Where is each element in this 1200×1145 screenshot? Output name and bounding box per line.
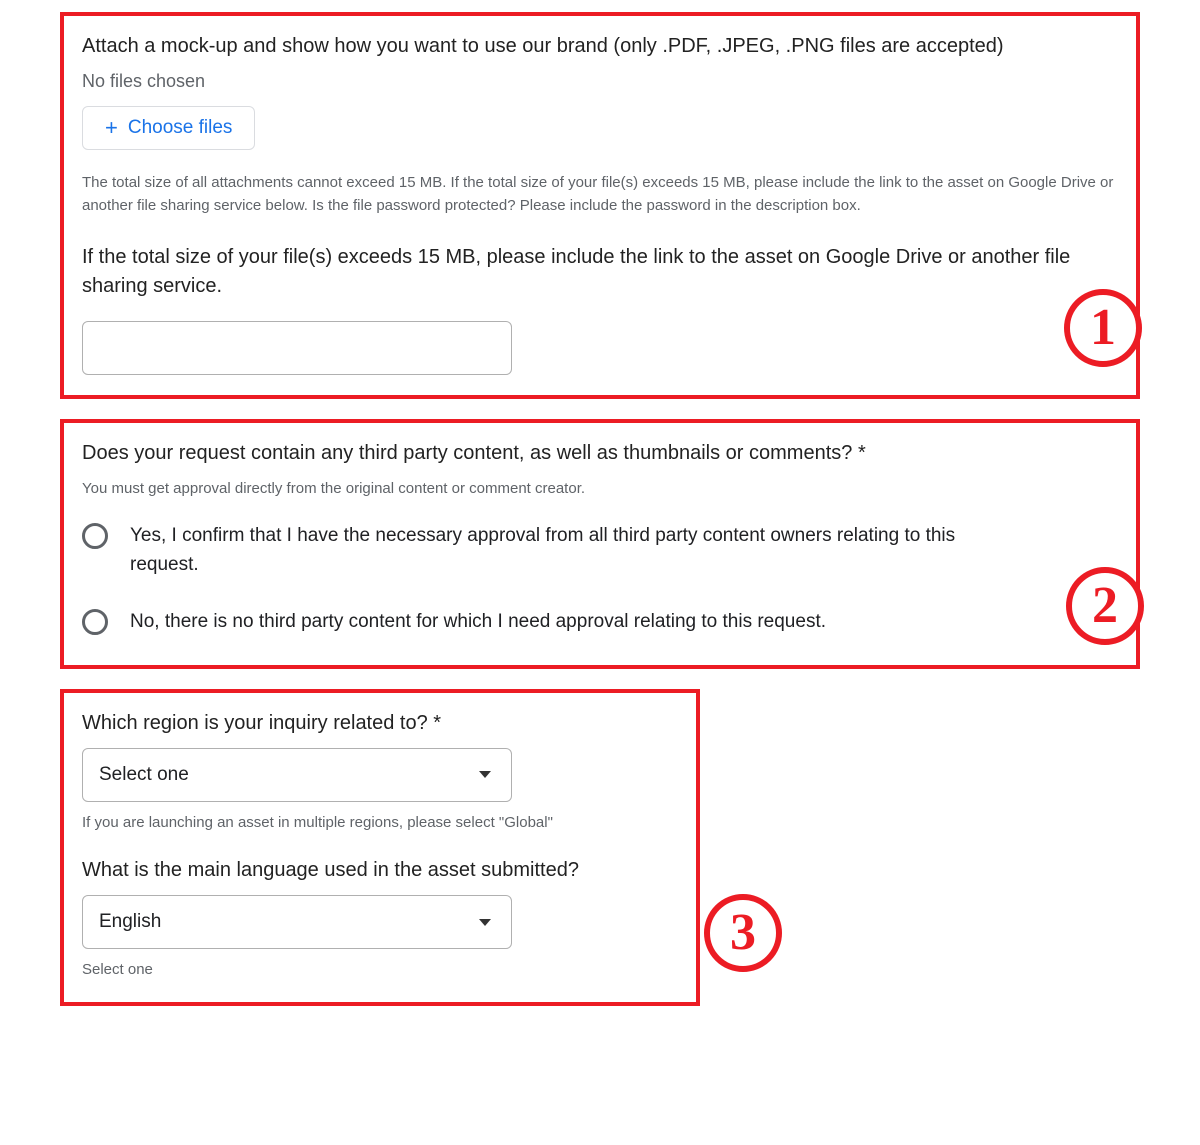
language-select-value: English bbox=[99, 911, 161, 933]
annotation-badge-1: 1 bbox=[1064, 289, 1142, 367]
choose-files-label: Choose files bbox=[128, 117, 233, 139]
plus-icon: + bbox=[105, 117, 118, 139]
region-select-value: Select one bbox=[99, 764, 189, 786]
file-link-title: If the total size of your file(s) exceed… bbox=[82, 243, 1118, 301]
radio-label-yes: Yes, I confirm that I have the necessary… bbox=[130, 521, 970, 580]
language-title: What is the main language used in the as… bbox=[82, 856, 678, 885]
file-link-input[interactable] bbox=[82, 321, 512, 375]
radio-icon bbox=[82, 523, 108, 549]
no-files-chosen-text: No files chosen bbox=[82, 71, 1118, 92]
section-third-party-content: Does your request contain any third part… bbox=[60, 419, 1140, 669]
annotation-badge-2: 2 bbox=[1066, 567, 1144, 645]
choose-files-button[interactable]: + Choose files bbox=[82, 106, 255, 150]
section-attach-mockup: Attach a mock-up and show how you want t… bbox=[60, 12, 1140, 399]
language-select[interactable]: English bbox=[82, 895, 512, 949]
radio-icon bbox=[82, 609, 108, 635]
annotation-badge-3: 3 bbox=[704, 894, 782, 972]
radio-option-yes[interactable]: Yes, I confirm that I have the necessary… bbox=[82, 521, 1118, 580]
chevron-down-icon bbox=[479, 771, 491, 778]
third-party-help-text: You must get approval directly from the … bbox=[82, 478, 1118, 501]
chevron-down-icon bbox=[479, 919, 491, 926]
attach-mockup-title: Attach a mock-up and show how you want t… bbox=[82, 32, 1118, 61]
region-title: Which region is your inquiry related to?… bbox=[82, 709, 678, 738]
region-select[interactable]: Select one bbox=[82, 748, 512, 802]
section-region-language: Which region is your inquiry related to?… bbox=[60, 689, 700, 1006]
third-party-title: Does your request contain any third part… bbox=[82, 439, 1118, 468]
region-help-text: If you are launching an asset in multipl… bbox=[82, 812, 678, 835]
language-help-text: Select one bbox=[82, 959, 678, 982]
annotation-badge-3-wrap: 3 bbox=[704, 894, 782, 972]
radio-label-no: No, there is no third party content for … bbox=[130, 607, 826, 636]
attachment-size-help-text: The total size of all attachments cannot… bbox=[82, 172, 1118, 217]
radio-option-no[interactable]: No, there is no third party content for … bbox=[82, 607, 1118, 636]
